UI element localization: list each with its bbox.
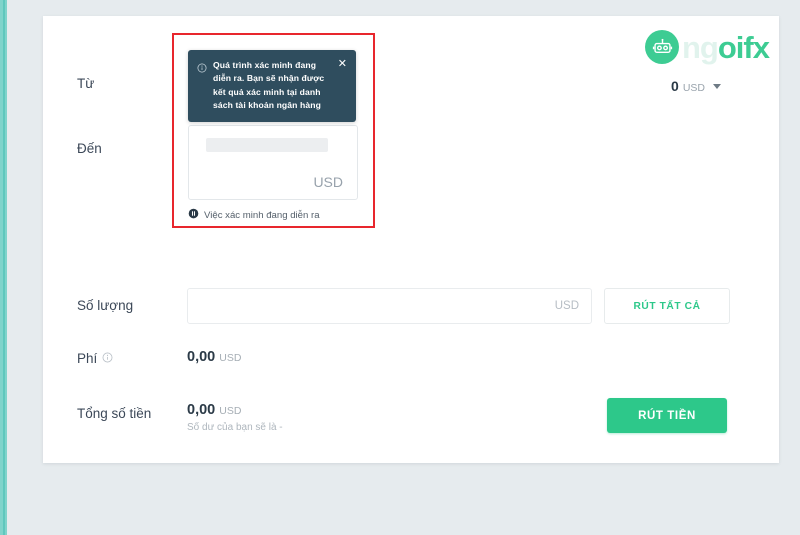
info-circle-icon[interactable] (102, 351, 113, 366)
total-label: Tổng số tiền (77, 406, 152, 421)
amount-label: Số lượng (77, 298, 134, 313)
amount-currency: USD (554, 300, 579, 312)
destination-account-field[interactable]: USD (188, 125, 358, 200)
fee-label-group: Phí (77, 347, 187, 366)
total-value: 0,00 (187, 402, 216, 418)
withdraw-button[interactable]: RÚT TIỀN (607, 398, 727, 433)
total-currency: USD (219, 405, 242, 417)
fee-currency: USD (219, 352, 242, 364)
fee-row: Phí 0,00 USD (77, 347, 241, 366)
total-value-group: 0,00 USD Số dư của bạn sẽ là - (187, 402, 283, 433)
brand-watermark: ngoifx (645, 29, 770, 65)
amount-input[interactable]: USD (187, 288, 592, 324)
from-row: Từ (77, 72, 187, 91)
balance-value: 0 (671, 78, 679, 94)
brand-name-pale: ng (682, 29, 719, 65)
close-icon[interactable]: ✕ (338, 58, 347, 112)
verification-note-text: Việc xác minh đang diễn ra (204, 209, 320, 221)
balance-currency: USD (682, 82, 705, 94)
withdraw-all-button[interactable]: RÚT TẤT CẢ (604, 288, 730, 324)
balance-selector[interactable]: 0 USD (671, 78, 721, 94)
info-circle-icon (197, 60, 207, 112)
pause-circle-icon (188, 206, 199, 224)
to-row: Đến (77, 137, 187, 156)
loading-skeleton (206, 138, 328, 152)
fee-value: 0,00 (187, 349, 216, 365)
resulting-balance-note: Số dư của bạn sẽ là - (187, 422, 283, 433)
robot-icon (645, 30, 679, 64)
fee-label: Phí (77, 351, 98, 366)
total-row: Tổng số tiền 0,00 USD Số dư của bạn sẽ l… (77, 402, 283, 433)
from-label: Từ (77, 76, 95, 91)
fee-value-group: 0,00 USD (187, 347, 241, 365)
left-accent-strip (0, 0, 7, 535)
chevron-down-icon[interactable] (713, 83, 721, 89)
verification-note: Việc xác minh đang diễn ra (188, 206, 320, 224)
amount-row: Số lượng USD RÚT TẤT CẢ (77, 288, 730, 324)
withdraw-card: ngoifx 0 USD Từ Đến Số lượng USD RÚT TẤT… (43, 16, 779, 463)
brand-name: ngoifx (682, 29, 770, 65)
destination-currency: USD (313, 174, 343, 190)
to-label: Đến (77, 141, 102, 156)
total-amount: 0,00 USD (187, 402, 283, 418)
verification-tooltip-text: Quá trình xác minh đang diễn ra. Bạn sẽ … (213, 60, 325, 110)
brand-name-solid: oifx (717, 29, 770, 65)
verification-tooltip: Quá trình xác minh đang diễn ra. Bạn sẽ … (188, 50, 356, 123)
left-accent-strip-inner (3, 0, 5, 535)
